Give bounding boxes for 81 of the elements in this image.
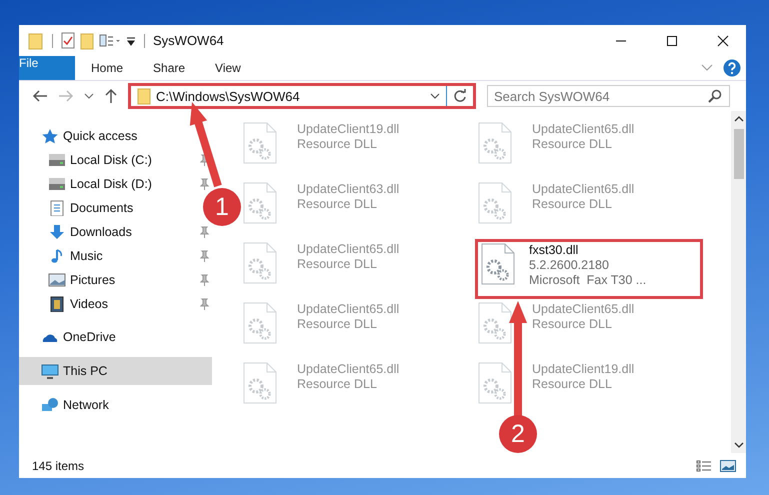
customize-caret-icon[interactable] (126, 36, 136, 46)
window-title: SysWOW64 (153, 33, 224, 48)
ribbon-tab[interactable]: View (201, 56, 255, 80)
file-name: UpdateClient65.dll (532, 302, 634, 317)
file-detail: Resource DLL (297, 197, 377, 212)
back-icon[interactable] (32, 89, 48, 103)
sidebar-item[interactable]: Network (41, 397, 109, 413)
dll-file-icon (243, 302, 277, 344)
file-detail: Resource DLL (297, 257, 377, 272)
close-icon (717, 34, 729, 46)
search-icon[interactable] (708, 89, 722, 103)
file-name: UpdateClient19.dll (297, 122, 400, 137)
item-count: 145 items (32, 458, 84, 472)
sidebar-item[interactable]: Downloads (48, 224, 132, 240)
file-detail: Resource DLL (532, 377, 612, 392)
file-name: UpdateClient65.dll (532, 122, 634, 137)
dll-file-icon (243, 122, 277, 164)
file-detail: Resource DLL (532, 317, 612, 332)
sidebar-item[interactable]: Music (48, 248, 103, 264)
document-icon (48, 200, 66, 216)
file-name: fxst30.dll (529, 243, 578, 258)
address-bar[interactable]: C:\Windows\SysWOW64 (128, 83, 476, 109)
drive-icon (48, 152, 66, 168)
drive-icon (48, 176, 66, 192)
large-icons-view-icon[interactable] (720, 460, 736, 472)
sidebar-item[interactable]: This PC (41, 363, 108, 379)
file-detail: Microsoft Fax T30 ... (529, 273, 646, 288)
scroll-down-icon[interactable] (734, 441, 744, 449)
view-menu-icon[interactable] (99, 34, 121, 48)
picture-icon (48, 272, 66, 288)
file-detail: Resource DLL (532, 137, 612, 152)
download-arrow-icon (48, 224, 66, 240)
file-name: UpdateClient65.dll (532, 182, 634, 197)
dropdown-caret-icon[interactable] (430, 92, 440, 100)
search-field[interactable]: Search SysWOW64 (487, 85, 730, 107)
file-detail: Resource DLL (297, 137, 377, 152)
file-name: UpdateClient65.dll (297, 242, 400, 257)
expand-ribbon-icon[interactable] (701, 64, 713, 72)
address-path[interactable]: C:\Windows\SysWOW64 (156, 88, 300, 104)
maximize-icon (666, 34, 678, 46)
sidebar-item[interactable]: Documents (48, 200, 134, 216)
help-icon[interactable] (723, 59, 741, 77)
sidebar-item[interactable]: Local Disk (C:) (48, 152, 152, 168)
sidebar-item[interactable]: Videos (48, 296, 108, 312)
computer-icon (41, 363, 59, 379)
dll-file-icon (481, 243, 515, 285)
up-icon[interactable] (104, 88, 118, 104)
details-view-icon[interactable] (696, 460, 712, 472)
file-name: UpdateClient63.dll (297, 182, 400, 197)
star-icon (41, 128, 59, 144)
film-icon (48, 296, 66, 312)
file-name: UpdateClient65.dll (297, 302, 400, 317)
file-item[interactable]: fxst30.dll 5.2.2600.2180 Microsoft Fax T30 ... (475, 239, 703, 299)
ribbon-tab[interactable]: Home (77, 56, 138, 80)
dll-file-icon (478, 302, 512, 344)
dll-file-icon (478, 122, 512, 164)
network-icon (41, 397, 59, 413)
dll-file-icon (243, 362, 277, 404)
file-detail: Resource DLL (532, 197, 612, 212)
file-detail: Resource DLL (297, 377, 377, 392)
file-name: UpdateClient65.dll (297, 362, 400, 377)
file-detail: 5.2.2600.2180 (529, 258, 609, 273)
sidebar-item[interactable]: Pictures (48, 272, 116, 288)
refresh-icon[interactable] (453, 89, 467, 103)
sidebar-item[interactable]: Quick access (41, 128, 138, 144)
scrollbar[interactable] (731, 111, 746, 453)
folder-icon (137, 88, 151, 104)
dll-file-icon (478, 362, 512, 404)
dll-file-icon (478, 182, 512, 224)
ribbon-tab[interactable]: Share (139, 56, 200, 80)
file-name: UpdateClient19.dll (532, 362, 634, 377)
sidebar-item[interactable]: OneDrive (41, 329, 116, 345)
scroll-thumb[interactable] (734, 129, 744, 179)
file-detail: Resource DLL (297, 317, 377, 332)
properties-icon[interactable] (61, 32, 75, 49)
ribbon-tab[interactable]: File (19, 56, 75, 80)
dll-file-icon (243, 242, 277, 284)
sidebar-item[interactable]: Local Disk (D:) (48, 176, 152, 192)
recent-locations-icon[interactable] (84, 92, 94, 100)
dll-file-icon (243, 182, 277, 224)
scroll-up-icon[interactable] (734, 115, 744, 123)
